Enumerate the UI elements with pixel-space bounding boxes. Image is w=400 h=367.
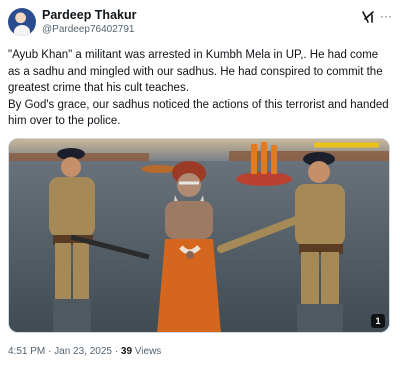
post-meta: 4:51 PM · Jan 23, 2025 · 39 Views [8,346,161,357]
author-block: Pardeep Thakur @Pardeep76402791 [42,8,136,36]
views-label: Views [134,346,162,357]
grok-icon[interactable] [361,10,375,24]
tweet-card: Pardeep Thakur @Pardeep76402791 ··· "Ayu… [0,0,400,367]
handle[interactable]: @Pardeep76402791 [42,23,136,36]
tweet-line-1: "Ayub Khan" a militant was arrested in K… [8,49,383,95]
meta-separator: · [48,346,52,357]
display-name[interactable]: Pardeep Thakur [42,8,136,23]
post-time[interactable]: 4:51 PM [8,346,45,357]
views-count: 39 [120,346,133,357]
meta-separator: · [114,346,119,357]
avatar[interactable] [8,8,36,36]
post-date[interactable]: Jan 23, 2025 [54,346,112,357]
tweet-line-2: By God's grace, our sadhus noticed the a… [8,98,389,128]
tweet-text: "Ayub Khan" a militant was arrested in K… [8,47,392,130]
more-icon[interactable]: ··· [380,10,392,22]
tweet-image[interactable]: 1 [8,138,390,333]
media-count-badge: 1 [371,314,385,328]
tweet-image-illustration [9,139,389,332]
